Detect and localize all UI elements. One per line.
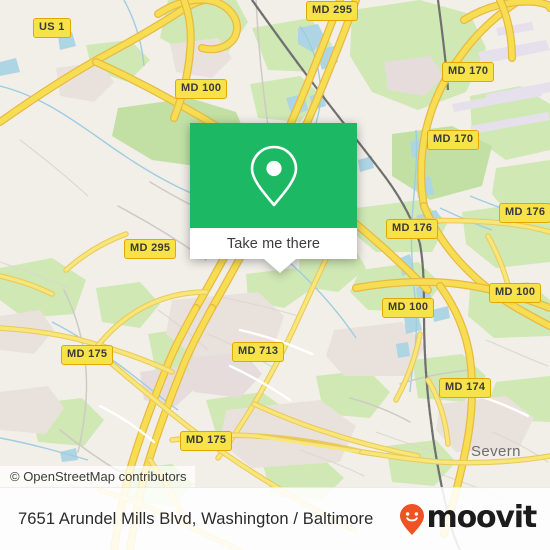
callout-tail — [264, 259, 296, 273]
road-shield-md-170-top: MD 170 — [442, 62, 495, 82]
map-screenshot-root: .bg{fill:#F2EFE9;} .park{fill:#CFE8B4;} … — [0, 0, 550, 550]
road-shield-md-174: MD 174 — [439, 378, 492, 398]
road-shield-md-295-mid: MD 295 — [124, 239, 177, 259]
osm-attribution[interactable]: © OpenStreetMap contributors — [0, 466, 195, 488]
road-shield-md-175-bottom: MD 175 — [180, 431, 233, 451]
location-pin-icon — [190, 123, 357, 228]
road-shield-md-100-mid: MD 100 — [382, 298, 435, 318]
address-text: 7651 Arundel Mills Blvd, Washington / Ba… — [18, 509, 374, 528]
take-me-there-button[interactable]: Take me there — [190, 228, 357, 259]
moovit-wordmark: moovit — [426, 500, 538, 535]
road-shield-md-176-right: MD 176 — [499, 203, 550, 223]
road-shield-us-1: US 1 — [33, 18, 71, 38]
road-shield-md-100-top: MD 100 — [175, 79, 228, 99]
road-shield-md-175-left: MD 175 — [61, 345, 114, 365]
footer-bar: 7651 Arundel Mills Blvd, Washington / Ba… — [0, 487, 550, 550]
place-label-severn: Severn — [471, 443, 521, 460]
road-shield-md-176-left: MD 176 — [386, 219, 439, 239]
take-me-there-label: Take me there — [226, 235, 321, 252]
road-shield-md-295-top: MD 295 — [306, 1, 359, 21]
road-shield-md-100-right: MD 100 — [489, 283, 542, 303]
take-me-there-callout[interactable]: Take me there — [190, 123, 357, 273]
road-shield-md-170-second: MD 170 — [427, 130, 480, 150]
moovit-branding[interactable]: moovit — [399, 500, 538, 536]
moovit-smiley-pin-icon — [399, 503, 425, 536]
road-shield-md-713: MD 713 — [232, 342, 285, 362]
